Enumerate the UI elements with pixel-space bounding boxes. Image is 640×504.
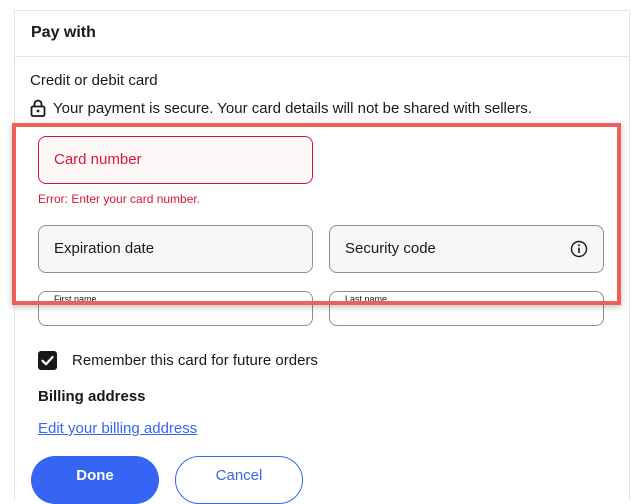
remember-card-label: Remember this card for future orders	[72, 352, 318, 369]
panel-title: Pay with	[31, 24, 96, 41]
lock-icon	[30, 99, 46, 117]
cancel-button[interactable]: Cancel	[175, 456, 303, 504]
expiration-date-field[interactable]: Expiration date	[38, 225, 313, 273]
billing-address-heading: Billing address	[38, 388, 146, 405]
secure-note: Your payment is secure. Your card detail…	[30, 99, 532, 117]
edit-billing-address-link[interactable]: Edit your billing address	[38, 420, 197, 437]
secure-note-text: Your payment is secure. Your card detail…	[53, 99, 532, 117]
security-code-label: Security code	[345, 240, 436, 257]
first-name-field[interactable]: First name	[38, 291, 313, 326]
last-name-label: Last name	[345, 294, 388, 304]
info-icon[interactable]	[570, 240, 588, 258]
first-name-label: First name	[54, 294, 97, 304]
card-number-field[interactable]: Card number	[38, 136, 313, 184]
security-code-field[interactable]: Security code	[329, 225, 604, 273]
expiration-date-label: Expiration date	[54, 240, 155, 257]
card-number-label: Card number	[54, 151, 142, 168]
checkmark-icon	[41, 355, 54, 366]
panel-header: Pay with	[15, 11, 629, 57]
card-number-error: Error: Enter your card number.	[38, 192, 201, 206]
done-button[interactable]: Done	[31, 456, 159, 504]
payment-method-label: Credit or debit card	[30, 72, 158, 89]
last-name-field[interactable]: Last name	[329, 291, 604, 326]
remember-card-checkbox[interactable]	[38, 351, 57, 370]
